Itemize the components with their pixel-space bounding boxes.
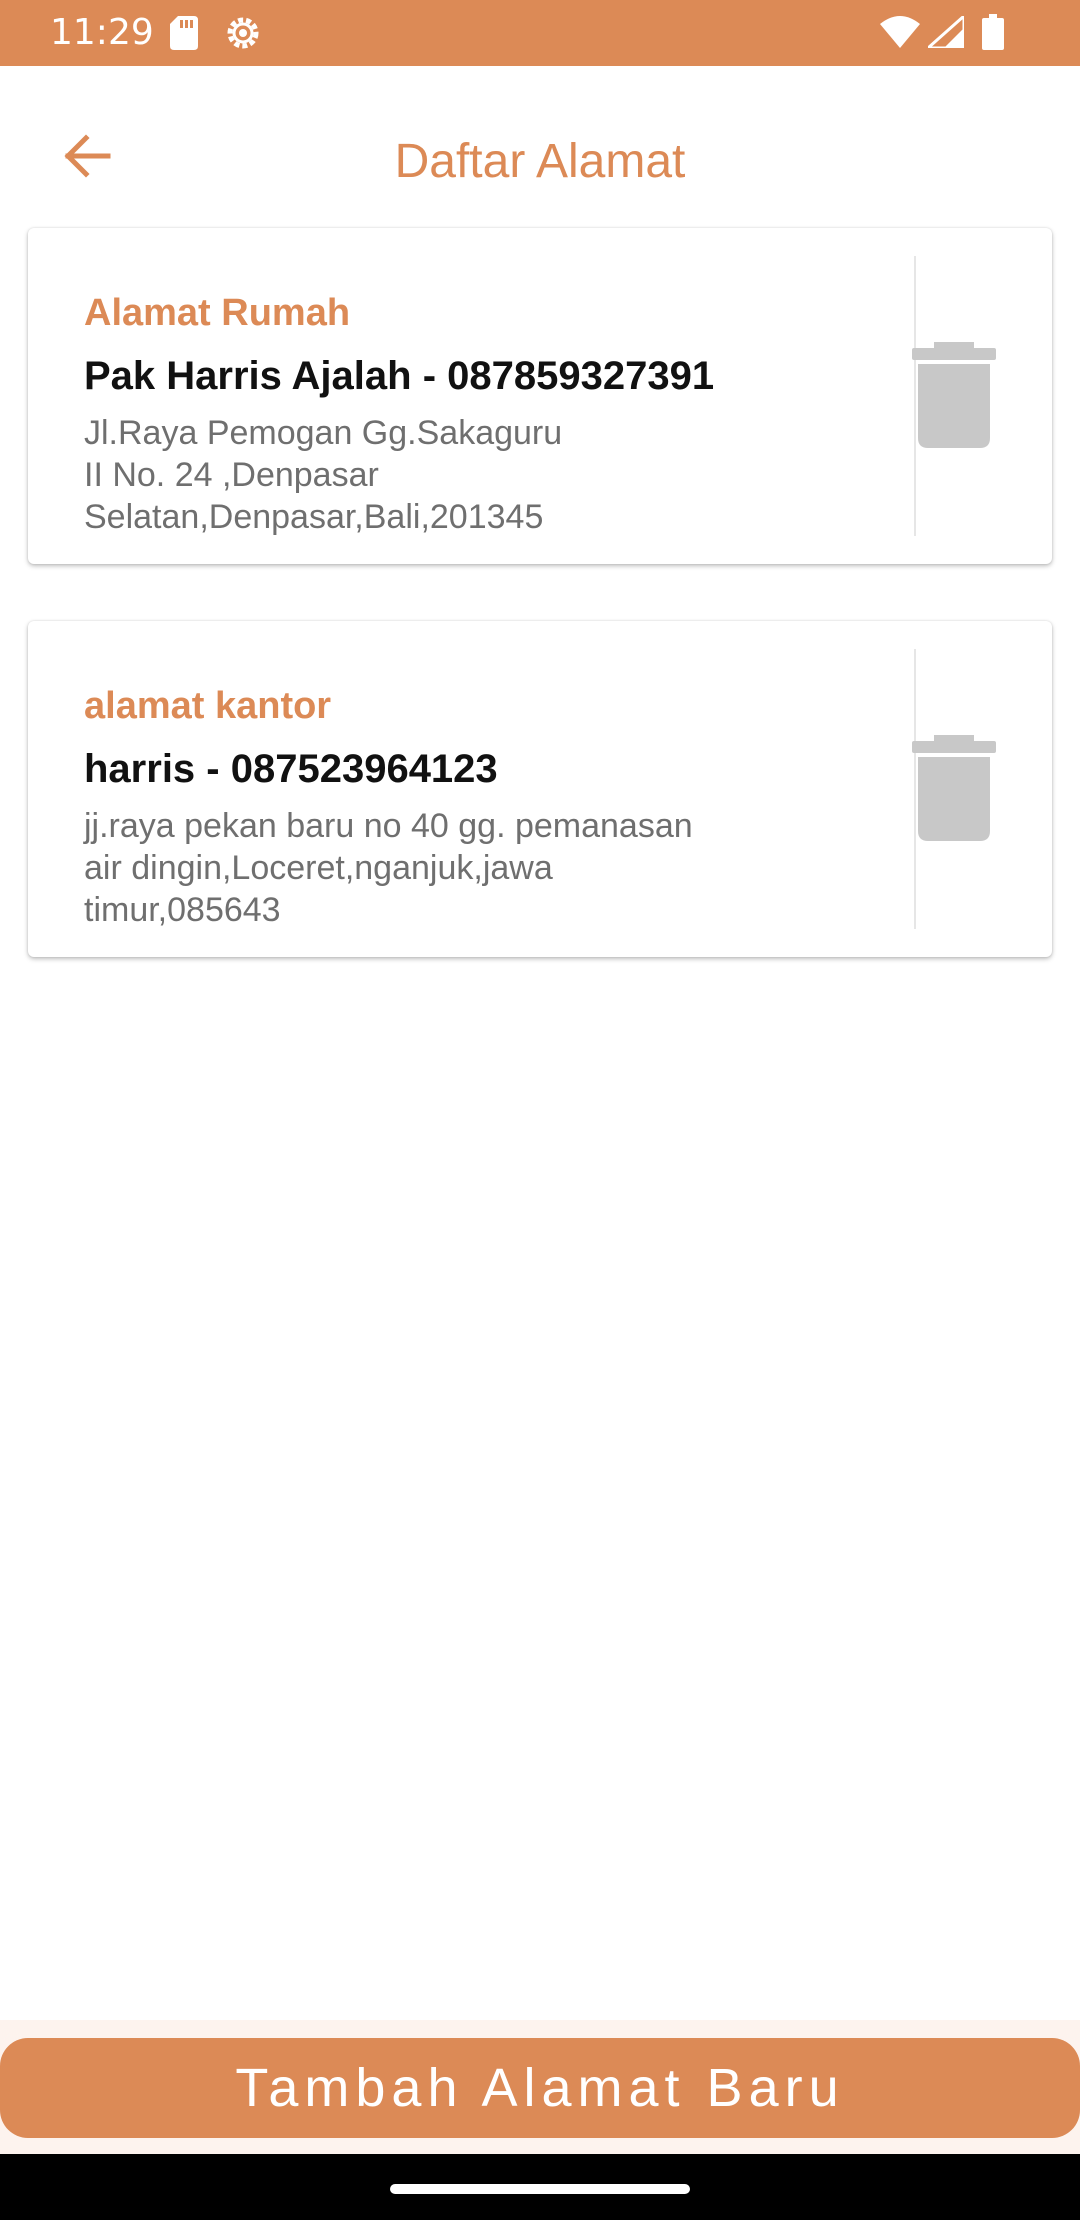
add-address-button[interactable]: Tambah Alamat Baru xyxy=(0,2038,1080,2138)
address-line: jj.raya pekan baru no 40 gg. pemanasan xyxy=(84,807,693,845)
page-title: Daftar Alamat xyxy=(394,135,686,188)
address-line: II No. 24 ,Denpasar xyxy=(84,456,379,494)
recipient-name-phone: harris - 087523964123 xyxy=(84,747,498,791)
trash-icon xyxy=(912,735,996,841)
address-line: Jl.Raya Pemogan Gg.Sakaguru xyxy=(84,414,563,452)
status-bar: 11:29 xyxy=(0,0,1080,66)
signal-icon xyxy=(924,12,966,53)
trash-icon xyxy=(912,342,996,448)
address-line: air dingin,Loceret,nganjuk,jawa xyxy=(84,849,553,887)
address-text: Jl.Raya Pemogan Gg.Sakaguru II No. 24 ,D… xyxy=(84,412,764,538)
app-header: Daftar Alamat xyxy=(0,100,1080,220)
address-card[interactable]: alamat kantor harris - 087523964123 jj.r… xyxy=(28,621,1052,957)
status-time: 11:29 xyxy=(50,12,154,53)
address-card[interactable]: Alamat Rumah Pak Harris Ajalah - 0878593… xyxy=(28,228,1052,564)
home-handle[interactable] xyxy=(390,2184,690,2194)
address-label: Alamat Rumah xyxy=(84,292,351,334)
address-label: alamat kantor xyxy=(84,685,332,727)
sd-card-icon xyxy=(170,16,198,55)
address-text: jj.raya pekan baru no 40 gg. pemanasan a… xyxy=(84,805,764,931)
address-line: timur,085643 xyxy=(84,891,281,929)
address-line: Selatan,Denpasar,Bali,201345 xyxy=(84,498,544,536)
delete-address-button[interactable] xyxy=(912,342,996,448)
gear-icon xyxy=(224,14,262,57)
delete-address-button[interactable] xyxy=(912,735,996,841)
system-nav-bar xyxy=(0,2154,1080,2220)
wifi-icon xyxy=(880,16,920,53)
recipient-name-phone: Pak Harris Ajalah - 087859327391 xyxy=(84,354,715,398)
battery-icon xyxy=(982,14,1004,55)
